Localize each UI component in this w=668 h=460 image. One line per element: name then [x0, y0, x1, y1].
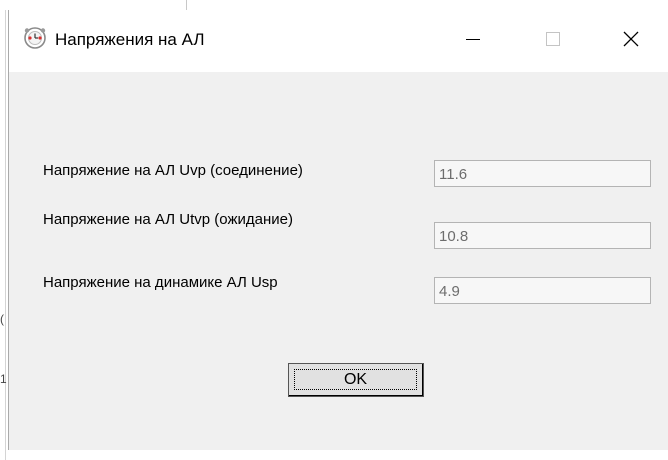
- close-icon: [622, 30, 640, 53]
- title-bar[interactable]: Напряжения на АЛ: [9, 10, 668, 72]
- voltage-utvp-field[interactable]: 10.8: [434, 222, 651, 249]
- close-button[interactable]: [603, 10, 659, 72]
- maximize-icon: [545, 31, 561, 52]
- background-window-edge: [0, 0, 668, 10]
- maximize-button[interactable]: [525, 10, 581, 72]
- alarm-clock-icon[interactable]: [23, 26, 47, 50]
- background-window-left-edge: ( 1: [0, 10, 8, 460]
- ok-button[interactable]: OK: [288, 363, 424, 397]
- speaker-voltage-usp-label: Напряжение на динамике АЛ Usp: [43, 274, 278, 291]
- dialog-window: Напряжения на АЛ Напряжение на АЛ Uvp (с…: [8, 10, 668, 450]
- background-text-fragment: 1: [0, 372, 7, 386]
- background-text-fragment: (: [0, 312, 4, 326]
- background-divider: [186, 0, 187, 10]
- minimize-icon: [465, 31, 481, 52]
- speaker-voltage-usp-field[interactable]: 4.9: [434, 277, 651, 304]
- voltage-uvp-label: Напряжение на АЛ Uvp (соединение): [43, 162, 303, 179]
- voltage-uvp-field[interactable]: 11.6: [434, 160, 651, 187]
- window-title: Напряжения на АЛ: [55, 30, 205, 49]
- minimize-button[interactable]: [445, 10, 501, 72]
- ok-button-label: OK: [294, 369, 417, 390]
- voltage-utvp-label: Напряжение на АЛ Utvp (ожидание): [43, 211, 293, 228]
- background-divider: [5, 10, 6, 460]
